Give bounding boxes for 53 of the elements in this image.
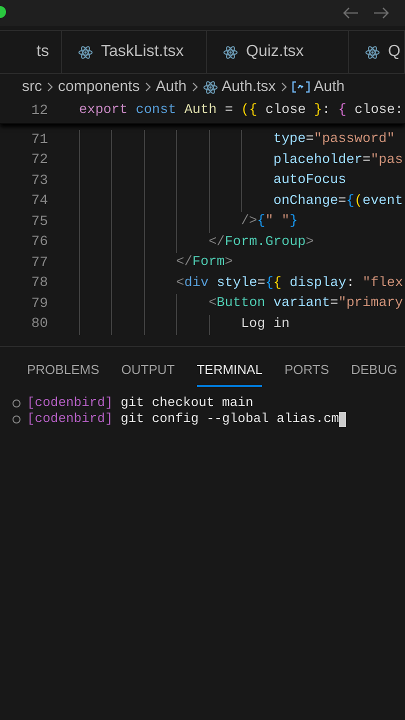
chevron-icon: [190, 81, 199, 93]
code-text: </Form>: [176, 254, 233, 272]
terminal-command: git checkout main: [120, 395, 254, 411]
circle-icon: [12, 414, 21, 424]
code-text: type="password": [273, 131, 395, 150]
breadcrumb-item[interactable]: Auth: [156, 76, 187, 98]
code-text: onChange={(event: [273, 192, 403, 211]
code-text: Log in: [240, 316, 290, 334]
terminal-command: git config --global alias.cm: [120, 411, 340, 427]
line-number: 78: [30, 274, 48, 294]
panel-tab[interactable]: PROBLEMS: [27, 360, 100, 387]
react-atom-icon: [365, 44, 380, 60]
circle-icon: [12, 398, 21, 408]
line-number: 76: [30, 233, 48, 252]
line-number: 79: [30, 294, 48, 314]
editor-tab[interactable]: Quiz.tsx: [207, 31, 349, 73]
react-atom-icon: [223, 44, 238, 60]
line-number: 75: [30, 212, 48, 232]
line-number: 12: [30, 102, 48, 121]
breadcrumb-item[interactable]: Auth: [292, 76, 345, 98]
back-arrow-icon[interactable]: [343, 7, 359, 19]
breadcrumb-item[interactable]: src: [22, 76, 42, 98]
code-text: </Form.Group>: [208, 234, 314, 252]
react-atom-icon: [78, 44, 93, 60]
editor-tab[interactable]: Q: [349, 31, 405, 73]
panel-tab[interactable]: TERMINAL: [196, 360, 262, 387]
code-text: <Button variant="primary: [208, 295, 404, 314]
terminal-prompt: [codenbird]: [27, 411, 113, 427]
terminal-prompt: [codenbird]: [27, 395, 113, 411]
chevron-icon: [144, 81, 152, 93]
editor-tab[interactable]: TaskList.tsx: [62, 31, 207, 73]
panel-tab[interactable]: OUTPUT: [121, 360, 175, 387]
panel-tab[interactable]: DEBUG: [351, 360, 398, 387]
line-number: 80: [30, 315, 48, 334]
chevron-icon: [280, 81, 288, 93]
breadcrumb-item[interactable]: Auth.tsx: [202, 76, 276, 98]
code-text: autoFocus: [273, 172, 346, 190]
line-number: 71: [30, 130, 48, 150]
symbol-icon: [292, 81, 310, 93]
line-number: 72: [30, 151, 48, 170]
chevron-icon: [46, 81, 54, 93]
code-text: placeholder="pas: [273, 152, 403, 170]
panel-tab[interactable]: PORTS: [284, 360, 329, 387]
breadcrumb-item[interactable]: components: [58, 76, 140, 98]
editor-tab[interactable]: ts: [0, 31, 62, 73]
react-atom-icon: [202, 80, 218, 94]
line-number: 77: [30, 254, 48, 273]
code-text: />{" "}: [240, 213, 298, 232]
line-number: 74: [30, 192, 48, 212]
line-number: 73: [30, 172, 48, 191]
code-text: <div style={{ display: "flex: [176, 274, 404, 293]
code-text: export const Auth = ({ close }: { close:: [79, 102, 404, 120]
forward-arrow-icon[interactable]: [373, 7, 389, 19]
